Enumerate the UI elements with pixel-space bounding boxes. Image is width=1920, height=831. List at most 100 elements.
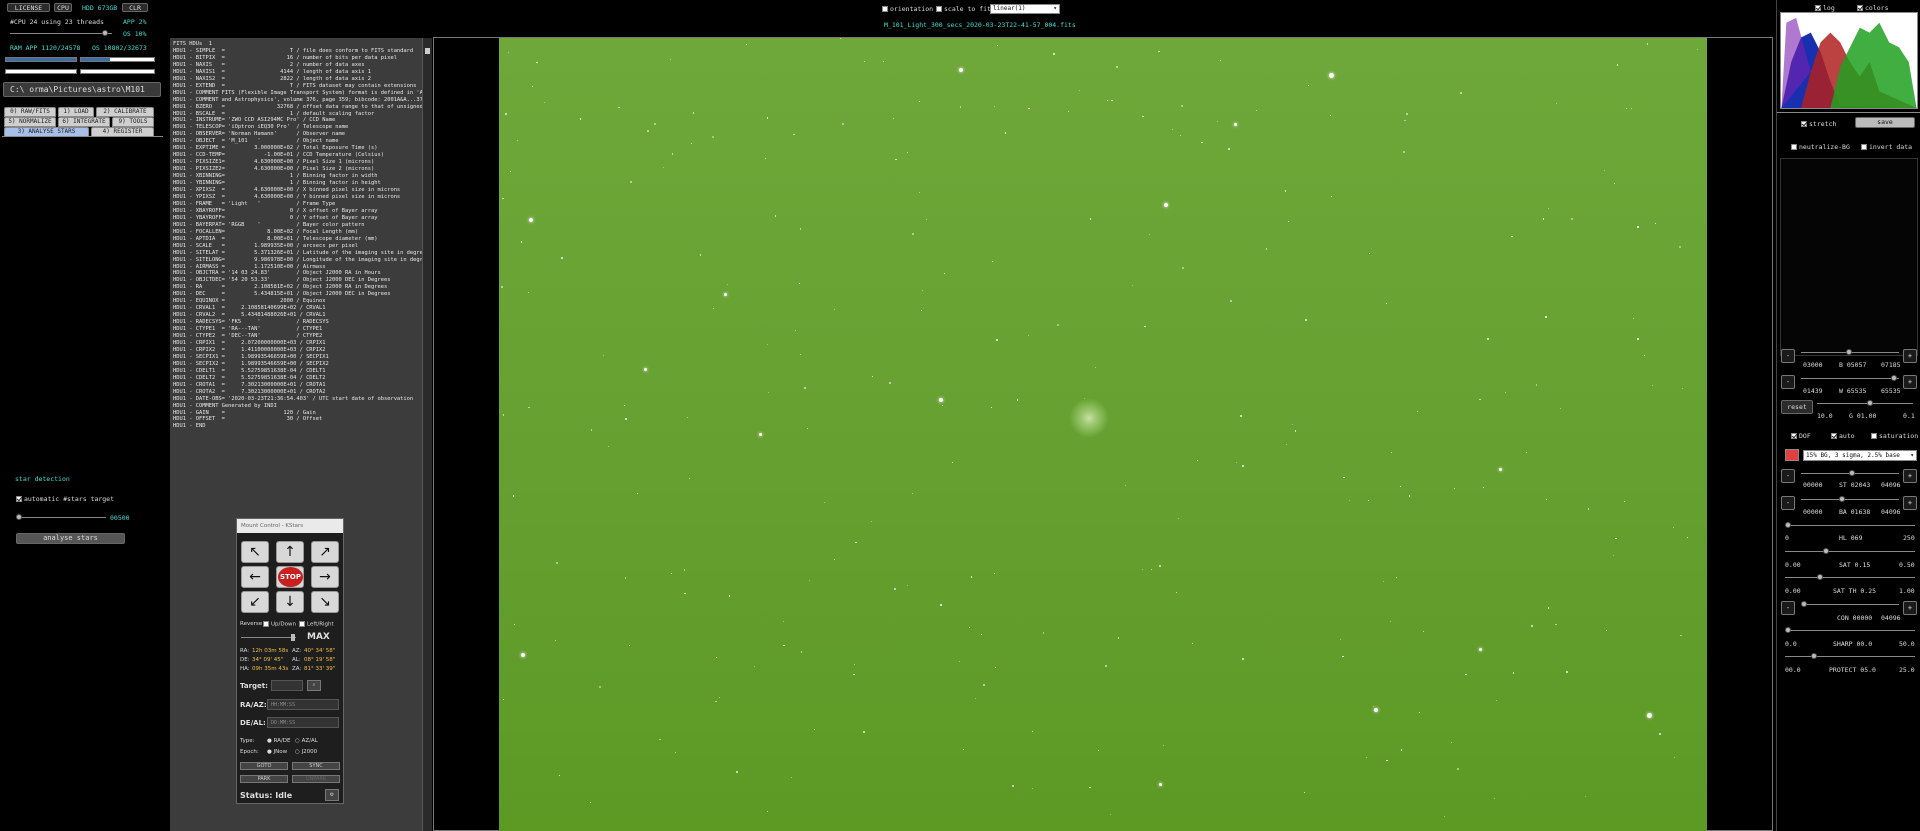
hl-slider-knob[interactable] [1785,522,1791,528]
target-input[interactable] [271,680,303,691]
saturation-toggle[interactable]: saturation [1871,432,1918,440]
black-slider[interactable] [1801,349,1899,355]
sat-th-slider-knob[interactable] [1817,574,1823,580]
stretch-checkbox[interactable] [1801,121,1807,127]
radz-input[interactable]: HH:MM:SS [267,699,339,710]
astro-image[interactable] [499,38,1707,831]
auto-toggle[interactable]: auto [1831,432,1855,440]
orientation-toggle[interactable]: orientation [882,5,933,13]
clr-button[interactable]: CLR [122,3,148,12]
arrow-w-button[interactable]: ← [241,566,269,588]
auto-stars-checkbox[interactable] [16,496,22,502]
colors-toggle[interactable]: colors [1857,4,1888,12]
tab-load[interactable]: 1) LOAD [58,107,94,117]
con-slider[interactable] [1801,601,1899,607]
type-radec-radio[interactable]: ● RA/DE [267,738,291,745]
protect-slider-knob[interactable] [1811,653,1817,659]
neutralize-bg-toggle[interactable]: neutralize-BG [1791,143,1850,151]
black-minus-button[interactable]: - [1781,349,1795,363]
stretch-mode-select[interactable]: linear(1) ▾ [990,4,1060,14]
arrow-e-button[interactable]: → [311,566,339,588]
tab-integrate[interactable]: 6) INTEGRATE [58,117,110,127]
neutralize-bg-checkbox[interactable] [1791,144,1797,150]
scale-to-fit-checkbox[interactable] [936,6,942,12]
white-slider[interactable] [1801,375,1899,381]
sat-slider-knob[interactable] [1823,548,1829,554]
orientation-checkbox[interactable] [882,6,888,12]
ba-slider-knob[interactable] [1839,496,1845,502]
arrow-n-button[interactable]: ↑ [276,541,304,563]
black-plus-button[interactable]: + [1903,349,1917,363]
epoch-j2000-radio[interactable]: ○ J2000 [295,749,317,756]
stop-button[interactable]: STOP [276,566,304,588]
st-minus-button[interactable]: - [1781,469,1795,483]
updown-checkbox[interactable] [263,621,269,627]
tab-raw-fits[interactable]: 0) RAW/FITS [4,107,56,117]
unpark-button[interactable]: UNPARK [292,775,340,783]
speed-slider[interactable] [241,634,296,641]
hl-slider[interactable] [1785,522,1915,528]
ba-slider[interactable] [1801,496,1899,502]
tab-tools[interactable]: 9) TOOLS [112,117,154,127]
white-slider-knob[interactable] [1891,375,1897,381]
leftright-checkbox[interactable] [299,621,305,627]
gamma-slider[interactable] [1817,400,1913,406]
sync-button[interactable]: SYNC [292,762,340,770]
gamma-slider-knob[interactable] [1867,400,1873,406]
reset-button[interactable]: reset [1781,400,1813,414]
arrow-nw-button[interactable]: ↖ [241,541,269,563]
tab-calibrate[interactable]: 2) CALIBRATE [96,107,154,117]
settings-icon[interactable]: ⚙ [325,789,339,801]
log-checkbox[interactable] [1815,5,1821,11]
speed-slider-handle[interactable] [291,634,295,641]
updown-toggle[interactable]: Up/Down [263,621,296,629]
st-slider-knob[interactable] [1849,470,1855,476]
fits-header-scrollbar[interactable] [422,38,432,831]
ba-plus-button[interactable]: + [1903,496,1917,510]
arrow-se-button[interactable]: ↘ [311,591,339,613]
st-plus-button[interactable]: + [1903,469,1917,483]
thread-slider[interactable] [10,30,112,36]
sat-th-slider[interactable] [1785,574,1915,580]
stars-target-knob[interactable] [16,514,22,520]
thread-slider-knob[interactable] [102,30,108,36]
leftright-toggle[interactable]: Left/Right [299,621,334,629]
saturation-checkbox[interactable] [1871,433,1877,439]
search-icon[interactable]: ⌕ [307,680,321,691]
colors-checkbox[interactable] [1857,5,1863,11]
protect-slider[interactable] [1785,653,1915,659]
epoch-jnow-radio[interactable]: ● JNow [267,749,287,756]
arrow-ne-button[interactable]: ↗ [311,541,339,563]
con-slider-knob[interactable] [1801,601,1807,607]
scale-to-fit-toggle[interactable]: scale to fit [936,5,991,13]
park-button[interactable]: PARK [240,775,288,783]
path-field[interactable]: C:\ orma\Pictures\astro\M101 [3,82,161,97]
tab-normalize[interactable]: 5) NORMALIZE [4,117,56,127]
invert-data-toggle[interactable]: invert data [1861,143,1912,151]
scroll-thumb[interactable] [425,48,430,54]
cpu-button[interactable]: CPU [54,3,72,12]
st-slider[interactable] [1801,470,1899,476]
goto-button[interactable]: GOTO [240,762,288,770]
con-minus-button[interactable]: - [1781,601,1795,615]
stars-target-slider[interactable] [16,514,106,520]
type-azal-radio[interactable]: ○ AZ/AL [295,738,318,745]
license-button[interactable]: LICENSE [7,3,50,12]
auto-preset-select[interactable]: 15% BG, 3 sigma, 2.5% base ▾ [1803,450,1917,461]
save-button[interactable]: save [1855,117,1915,128]
auto-checkbox[interactable] [1831,433,1837,439]
dof-checkbox[interactable] [1791,433,1797,439]
auto-stars-target[interactable]: automatic #stars target [16,495,114,503]
auto-stretch-red-button[interactable] [1785,449,1799,461]
ba-minus-button[interactable]: - [1781,496,1795,510]
log-toggle[interactable]: log [1815,4,1835,12]
arrow-s-button[interactable]: ↓ [276,591,304,613]
sharp-slider-knob[interactable] [1785,627,1791,633]
deal-input[interactable]: DD:MM:SS [267,717,339,728]
dof-toggle[interactable]: DOF [1791,432,1811,440]
analyse-stars-button[interactable]: analyse stars [16,533,125,544]
black-slider-knob[interactable] [1846,349,1852,355]
white-minus-button[interactable]: - [1781,375,1795,389]
arrow-sw-button[interactable]: ↙ [241,591,269,613]
white-plus-button[interactable]: + [1903,375,1917,389]
